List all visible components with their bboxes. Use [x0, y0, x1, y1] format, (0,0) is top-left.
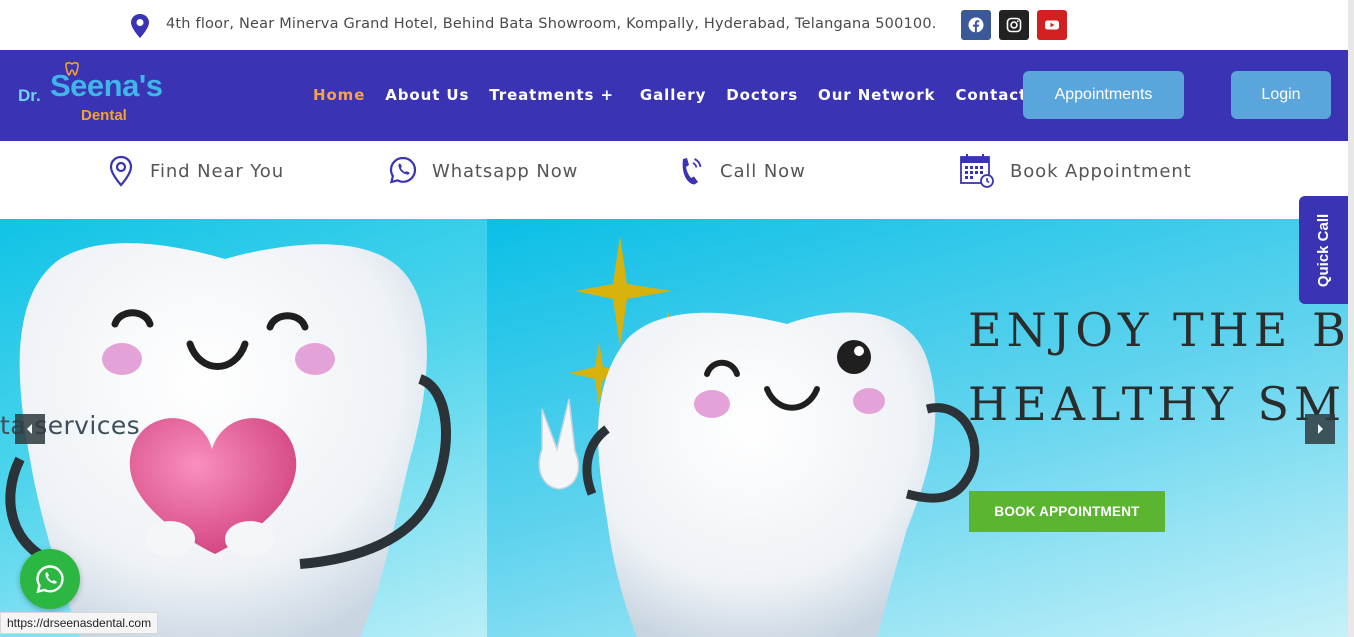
hero-slider: ta services ENJOY THE BE HEALTHY SMI BOO…: [0, 219, 1348, 637]
nav-item-home[interactable]: Home: [313, 86, 365, 104]
youtube-icon: [1045, 20, 1059, 30]
calendar-icon: [960, 154, 994, 188]
page-scrollbar[interactable]: [1348, 0, 1354, 637]
whatsapp-now-label: Whatsapp Now: [432, 160, 579, 182]
top-bar: 4th floor, Near Minerva Grand Hotel, Beh…: [0, 0, 1354, 50]
nav-item-doctors[interactable]: Doctors: [726, 86, 798, 104]
browser-status-url: https://drseenasdental.com: [0, 612, 159, 634]
facebook-icon: [968, 17, 984, 33]
appointments-button[interactable]: Appointments: [1023, 71, 1184, 119]
chevron-right-icon: [1318, 424, 1323, 434]
chevron-left-icon: [27, 424, 32, 434]
facebook-link[interactable]: [961, 10, 991, 40]
instagram-link[interactable]: [999, 10, 1029, 40]
map-pin-icon: [109, 155, 133, 187]
youtube-link[interactable]: [1037, 10, 1067, 40]
quick-call-tab[interactable]: Quick Call: [1299, 196, 1348, 304]
whatsapp-icon: [36, 565, 64, 594]
nav-item-treatments[interactable]: Treatments +: [489, 86, 614, 104]
call-now-label: Call Now: [720, 160, 806, 182]
whatsapp-now-link[interactable]: Whatsapp Now: [388, 153, 578, 189]
nav-item-our-network[interactable]: Our Network: [818, 86, 935, 104]
nav-item-about-us[interactable]: About Us: [385, 86, 469, 104]
quick-actions-bar: Find Near You Whatsapp Now Call Now Book…: [0, 141, 1348, 219]
logo-sub: Dental: [81, 107, 127, 124]
book-appointment-button[interactable]: BOOK APPOINTMENT: [969, 491, 1165, 532]
hero-title-line-1: ENJOY THE BE: [968, 303, 1348, 357]
book-appointment-label: Book Appointment: [1010, 160, 1192, 182]
slider-prev-button[interactable]: [15, 414, 45, 444]
quick-call-label: Quick Call: [1315, 213, 1333, 287]
location-icon: [131, 14, 149, 38]
phone-icon: [682, 158, 702, 185]
nav-item-gallery[interactable]: Gallery: [640, 86, 706, 104]
site-logo[interactable]: Dr. Seena's Dental: [18, 62, 188, 128]
call-now-link[interactable]: Call Now: [676, 153, 806, 189]
instagram-icon: [1006, 17, 1022, 33]
nav-menu: Home About Us Treatments + Gallery Docto…: [313, 86, 1076, 104]
find-near-you-link[interactable]: Find Near You: [106, 153, 284, 189]
slider-next-button[interactable]: [1305, 414, 1335, 444]
whatsapp-icon: [389, 156, 417, 184]
whatsapp-floating-button[interactable]: [20, 549, 80, 609]
login-button[interactable]: Login: [1231, 71, 1331, 119]
address-text: 4th floor, Near Minerva Grand Hotel, Beh…: [166, 16, 937, 32]
hero-title-line-2: HEALTHY SMI: [968, 377, 1348, 431]
main-navbar: Dr. Seena's Dental Home About Us Treatme…: [0, 50, 1348, 141]
logo-dr: Dr.: [18, 86, 41, 105]
book-appointment-link[interactable]: Book Appointment: [958, 153, 1192, 189]
page: 4th floor, Near Minerva Grand Hotel, Beh…: [0, 0, 1354, 637]
hero-title: ENJOY THE BE HEALTHY SMI: [968, 293, 1348, 441]
logo-name: Seena's: [50, 68, 163, 103]
find-near-you-label: Find Near You: [150, 160, 285, 182]
